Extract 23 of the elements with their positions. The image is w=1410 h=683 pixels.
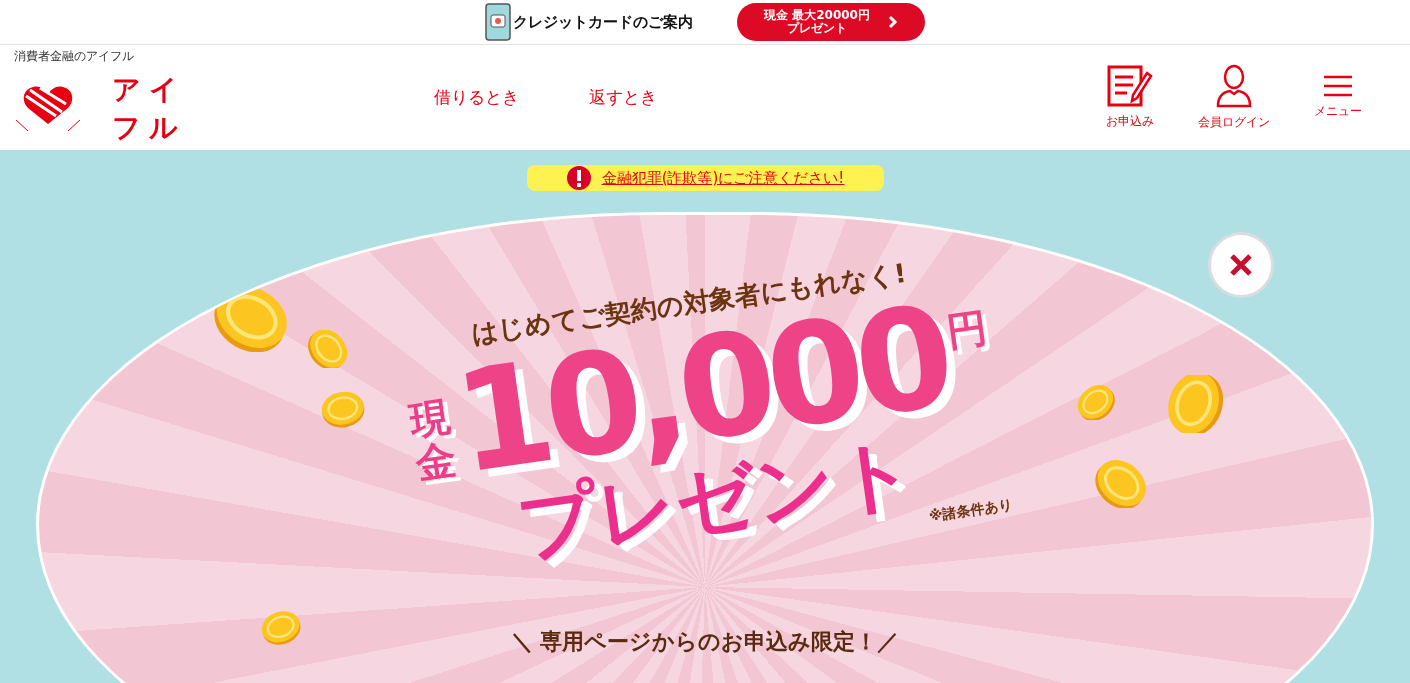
company-logo[interactable]: アイフル xyxy=(14,71,434,147)
conditions-note: ※諸条件あり xyxy=(927,496,1014,526)
header-action[interactable]: お申込み xyxy=(1088,65,1172,130)
nav-link[interactable]: 返すとき xyxy=(589,86,657,109)
header-action[interactable]: メニュー xyxy=(1296,75,1380,120)
close-icon xyxy=(1229,253,1253,277)
nav-link[interactable]: 借りるとき xyxy=(434,86,519,109)
campaign-subline: ＼ 専用ページからのお申込み限定！／ xyxy=(510,628,900,656)
fraud-warning-link[interactable]: 金融犯罪(詐欺等)にご注意ください! xyxy=(526,165,884,191)
coin-icon xyxy=(319,390,367,429)
chevron-right-icon xyxy=(887,15,898,29)
credit-card-link[interactable]: クレジットカードのご案内 xyxy=(485,3,693,41)
cash-label: 現金 xyxy=(407,393,459,487)
form-pen-icon xyxy=(1107,65,1153,107)
company-tagline: 消費者金融のアイフル xyxy=(14,48,135,65)
header-action[interactable]: 会員ログイン xyxy=(1192,64,1276,131)
phone-card-icon xyxy=(485,3,511,41)
user-icon xyxy=(1216,64,1252,108)
coin-icon xyxy=(259,610,303,646)
warning-icon xyxy=(565,165,592,191)
heart-stripes-icon xyxy=(14,84,82,134)
cash-present-button[interactable]: 現金 最大20000円 プレゼント xyxy=(737,3,925,41)
menu-icon xyxy=(1324,75,1352,97)
